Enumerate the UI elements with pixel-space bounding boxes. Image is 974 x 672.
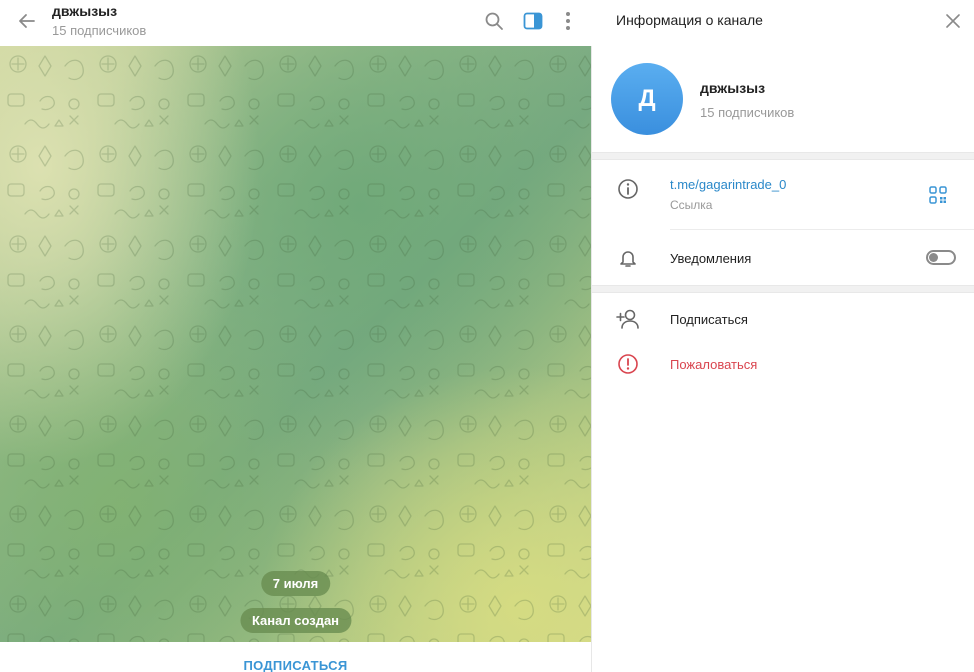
more-menu-button[interactable] — [555, 9, 581, 33]
channel-info-panel: Информация о канале Д двжызыз 15 подписч… — [592, 0, 974, 672]
chat-subscriber-count: 15 подписчиков — [52, 23, 147, 38]
section-divider — [592, 285, 974, 293]
subscribe-button[interactable]: ПОДПИСАТЬСЯ — [243, 658, 347, 672]
close-icon — [946, 14, 960, 28]
report-action[interactable]: Пожаловаться — [670, 357, 757, 372]
date-separator: 7 июля — [260, 571, 331, 596]
panel-title: Информация о канале — [616, 12, 763, 28]
qr-code-button[interactable] — [927, 184, 949, 206]
add-user-icon — [616, 307, 640, 331]
chat-wallpaper: 7 июля Канал создан — [0, 46, 591, 642]
arrow-left-icon — [19, 14, 35, 28]
info-icon — [616, 177, 640, 201]
channel-name: двжызыз — [700, 80, 766, 96]
row-divider — [670, 229, 974, 230]
chat-pane: двжызыз 15 подписчиков 7 июля Канал созд… — [0, 0, 592, 672]
search-icon — [485, 12, 503, 30]
notifications-label: Уведомления — [670, 251, 752, 266]
avatar[interactable]: Д — [611, 63, 683, 135]
bell-icon — [616, 246, 640, 270]
chat-header: двжызыз 15 подписчиков — [0, 0, 592, 46]
chat-footer: ПОДПИСАТЬСЯ — [0, 642, 591, 672]
channel-subscriber-count: 15 подписчиков — [700, 105, 795, 120]
toggle-info-panel-button[interactable] — [520, 9, 546, 33]
chat-title[interactable]: двжызыз — [52, 3, 117, 19]
notifications-toggle[interactable] — [926, 250, 956, 265]
section-divider — [592, 152, 974, 160]
qr-code-icon — [929, 186, 947, 204]
alert-icon — [616, 352, 640, 376]
link-caption: Ссылка — [670, 198, 713, 212]
service-message: Канал создан — [239, 608, 352, 633]
toggle-knob — [929, 253, 938, 262]
back-button[interactable] — [14, 8, 40, 34]
close-panel-button[interactable] — [942, 10, 964, 32]
more-vertical-icon — [566, 12, 570, 30]
subscribe-action[interactable]: Подписаться — [670, 312, 748, 327]
channel-link[interactable]: t.me/gagarintrade_0 — [670, 177, 786, 192]
doodle-pattern — [0, 46, 591, 642]
search-button[interactable] — [481, 9, 507, 33]
sidebar-toggle-icon — [523, 12, 543, 30]
